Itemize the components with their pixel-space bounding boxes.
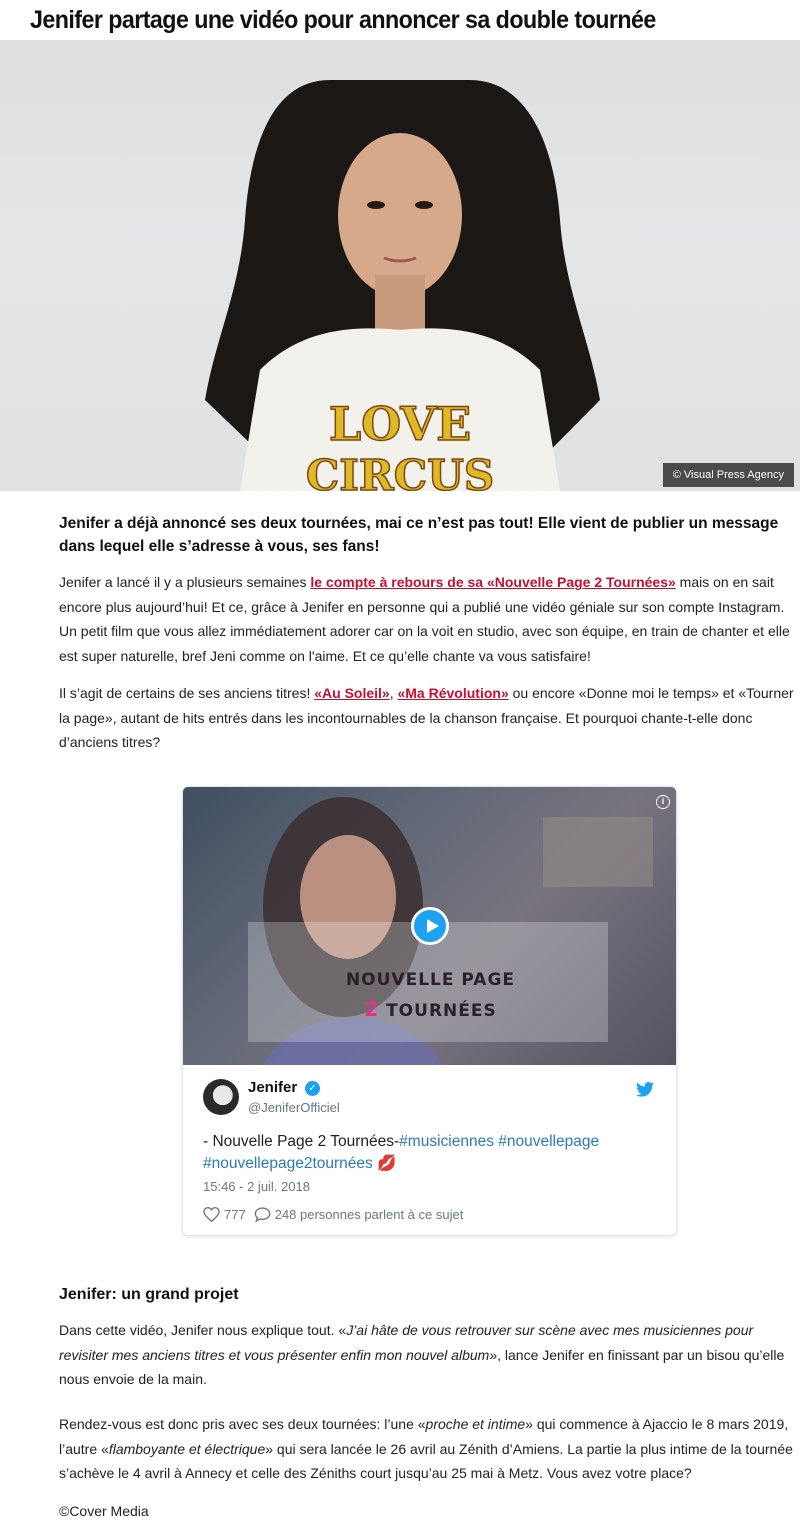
paragraph-1-text-a: Jenifer a lancé il y a plusieurs semaine… [59,574,311,590]
tweet-timestamp[interactable]: 15:46 - 2 juil. 2018 [203,1179,310,1194]
paragraph-2: Il s’agit de certains de ses anciens tit… [59,681,799,755]
article-headline: Jenifer partage une vidéo pour annoncer … [30,6,656,34]
info-icon[interactable]: i [656,795,670,809]
hashtag-nouvellepage2tournees[interactable]: #nouvellepage2tournées [203,1155,373,1172]
source-credit: ©Cover Media [59,1503,149,1519]
paragraph-4-text-a: Rendez-vous est donc pris avec ses deux … [59,1416,426,1432]
tweet-text: - Nouvelle Page 2 Tournées-#musiciennes … [203,1131,663,1175]
paragraph-4: Rendez-vous est donc pris avec ses deux … [59,1412,799,1486]
ma-revolution-link[interactable]: «Ma Révolution» [397,685,508,701]
paragraph-3: Dans cette vidéo, Jenifer nous explique … [59,1318,799,1392]
paragraph-2-text-a: Il s’agit de certains de ses anciens tit… [59,685,315,701]
shirt-print-love: LOVE [329,397,471,451]
hashtag-musiciennes[interactable]: #musiciennes [399,1133,494,1150]
video-title-tours: TOURNÉES [379,1001,497,1021]
hashtag-nouvellepage[interactable]: #nouvellepage [498,1133,599,1150]
countdown-link[interactable]: le compte à rebours de sa «Nouvelle Page… [310,574,675,590]
hero-photo-illustration: LOVE CIRCUS [205,80,600,491]
like-count: 777 [224,1207,246,1222]
paragraph-3-text-a: Dans cette vidéo, Jenifer nous explique … [59,1322,347,1338]
tweet-author-name[interactable]: Jenifer [248,1079,297,1096]
tweet-actions: 777 248 personnes parlent à ce sujet [203,1207,471,1222]
tweet-text-plain: - Nouvelle Page 2 Tournées- [203,1133,400,1150]
tweet-video[interactable]: i NOUVELLE PAGE 2 TOURNÉES [183,787,676,1065]
au-soleil-link[interactable]: «Au Soleil» [314,685,389,701]
hero-image: LOVE CIRCUS © Visual Press Agency [0,40,800,491]
article-lead: Jenifer a déjà annoncé ses deux tournées… [59,515,779,555]
reply-action[interactable]: 248 personnes parlent à ce sujet [254,1207,464,1222]
video-title-line2: 2 TOURNÉES [183,997,676,1021]
play-icon[interactable] [411,907,449,945]
reply-count: 248 personnes parlent à ce sujet [274,1207,464,1222]
tweet-embed[interactable]: i NOUVELLE PAGE 2 TOURNÉES Jenifer ✓ @Je… [182,786,677,1236]
kiss-emoji: 💋 [377,1155,397,1172]
paragraph-4-quote-1: proche et intime [425,1416,526,1432]
image-credit: © Visual Press Agency [662,463,794,487]
section-heading: Jenifer: un grand projet [59,1286,239,1303]
video-title-line1: NOUVELLE PAGE [345,970,516,990]
avatar[interactable] [203,1079,239,1115]
like-action[interactable]: 777 [203,1207,246,1222]
video-title-number: 2 [364,997,380,1021]
heart-icon [203,1207,220,1222]
tweet-author-handle[interactable]: @JeniferOfficiel [248,1100,340,1115]
shirt-print-circus: CIRCUS [306,451,494,491]
paragraph-4-quote-2: flamboyante et électrique [108,1440,266,1457]
twitter-bird-icon[interactable] [636,1082,654,1097]
paragraph-1: Jenifer a lancé il y a plusieurs semaine… [59,570,799,668]
reply-bubble-icon [254,1207,271,1222]
verified-icon: ✓ [305,1081,320,1096]
